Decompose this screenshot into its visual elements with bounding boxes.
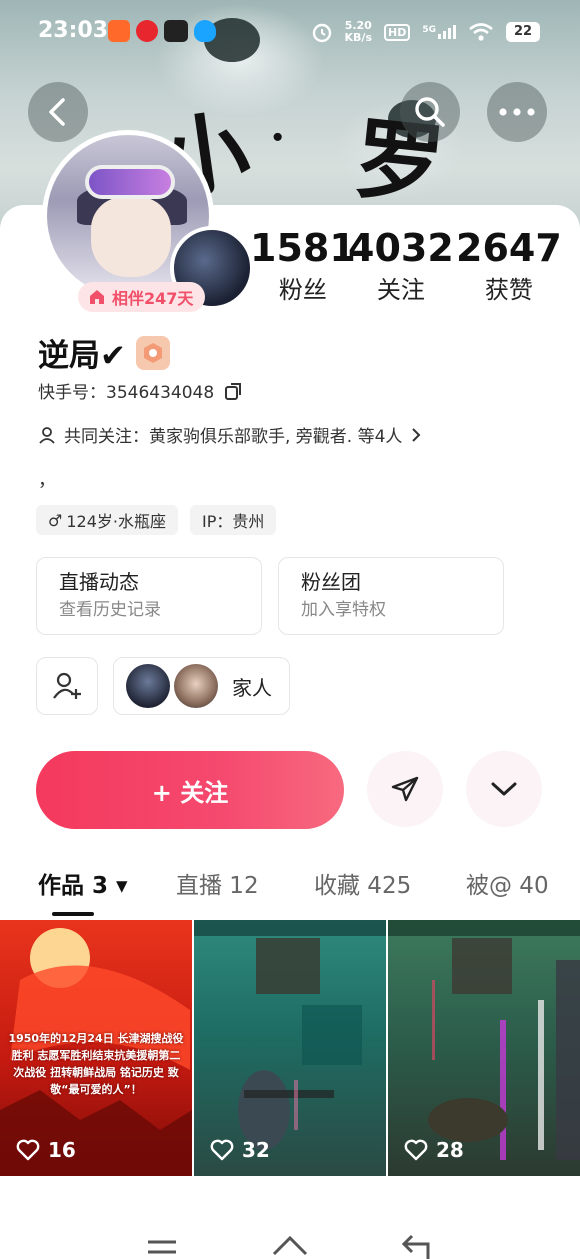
stat-likes[interactable]: 2647 获赞	[456, 226, 562, 305]
age-tag: ♂ 124岁·水瓶座	[36, 505, 178, 535]
copy-icon[interactable]	[224, 381, 244, 401]
video-likes-count: 32	[242, 1138, 270, 1162]
tab-mentions[interactable]: 被@ 40	[466, 866, 549, 900]
chevron-right-icon	[412, 427, 421, 442]
tab-works[interactable]: 作品 3 ▾	[38, 866, 128, 900]
stat-followers-value: 1581	[250, 226, 356, 270]
video-likes: 16	[16, 1138, 76, 1162]
alarm-icon	[312, 23, 331, 43]
video-likes: 28	[404, 1138, 464, 1162]
follow-button[interactable]: + 关注	[36, 751, 344, 829]
family-avatar-1	[126, 664, 170, 708]
kuaishou-id-row: 快手号：3546434048	[38, 378, 244, 403]
profile-name-row: 逆局✔	[38, 330, 170, 375]
network-speed: 5.20 KB/s	[345, 20, 372, 44]
ip-tag: IP：贵州	[189, 505, 277, 535]
stat-followers-label: 粉丝	[278, 276, 327, 304]
fan-club-title: 粉丝团	[301, 570, 361, 594]
menu-icon[interactable]	[146, 1238, 180, 1258]
user-icon	[39, 426, 55, 444]
profile-name: 逆局✔	[38, 338, 126, 374]
family-avatar-2	[174, 664, 218, 708]
system-nav-bar	[0, 1230, 580, 1259]
send-message-button[interactable]	[367, 751, 443, 827]
tab-collections[interactable]: 收藏 425	[314, 866, 411, 900]
status-time: 23:03	[38, 18, 109, 43]
network-type: 5G	[422, 25, 436, 35]
back-arrow-icon	[49, 98, 65, 126]
heart-icon	[16, 1139, 40, 1161]
mutual-follow-text: 共同关注：黄家驹俱乐部歌手, 旁觀者. 等4人	[64, 427, 403, 447]
video-tile[interactable]: 28	[388, 920, 580, 1176]
send-icon	[391, 776, 419, 802]
level-badge-icon[interactable]	[135, 335, 170, 370]
qq-app-icon	[194, 20, 216, 42]
back-nav-icon[interactable]	[400, 1234, 436, 1259]
more-button[interactable]	[487, 82, 547, 142]
mutual-follow-row[interactable]: 共同关注：黄家驹俱乐部歌手, 旁觀者. 等4人	[38, 422, 422, 447]
more-dots-icon	[499, 108, 535, 116]
home-icon	[90, 290, 104, 304]
stat-following[interactable]: 4032 关注	[348, 226, 454, 305]
search-button[interactable]	[400, 82, 460, 142]
video-grid: 1950年的12月24日 长津湖搜战役胜利 志愿军胜利结束抗美援朝第二次战役 扭…	[0, 920, 580, 1176]
companion-badge[interactable]: 相伴247天	[78, 282, 206, 312]
expand-button[interactable]	[466, 751, 542, 827]
add-friend-button[interactable]	[36, 657, 98, 715]
battery-indicator: 22	[506, 22, 540, 42]
music-app-icon	[136, 20, 158, 42]
avatar-face	[91, 197, 171, 277]
live-history-title: 直播动态	[59, 570, 139, 594]
family-button[interactable]: 家人	[113, 657, 290, 715]
cover-text-dot: ·	[270, 112, 286, 163]
news-app-icon	[164, 20, 188, 42]
video-tile[interactable]: 1950年的12月24日 长津湖搜战役胜利 志愿军胜利结束抗美援朝第二次战役 扭…	[0, 920, 192, 1176]
stat-following-label: 关注	[376, 276, 425, 304]
tab-active-indicator	[52, 912, 94, 916]
video-likes-count: 28	[436, 1138, 464, 1162]
companion-label: 相伴247天	[112, 289, 194, 308]
status-right-group: 5.20 KB/s HD 5G 22	[311, 20, 540, 44]
status-bar: 23:03 5.20 KB/s HD 5G 22	[0, 0, 580, 64]
kuaishou-id: 快手号：3546434048	[38, 383, 215, 403]
video-likes: 32	[210, 1138, 270, 1162]
home-nav-icon[interactable]	[270, 1232, 310, 1256]
avatar-goggle	[85, 165, 175, 199]
search-icon	[415, 97, 445, 127]
signal-icon: 5G	[422, 25, 456, 39]
content-tabs: 作品 3 ▾ 直播 12 收藏 425 被@ 40	[0, 860, 580, 910]
heart-icon	[210, 1139, 234, 1161]
video-likes-count: 16	[48, 1138, 76, 1162]
badge-shape	[143, 342, 162, 363]
hd-badge: HD	[384, 23, 411, 41]
tab-live[interactable]: 直播 12	[176, 866, 259, 900]
video-caption: 1950年的12月24日 长津湖搜战役胜利 志愿军胜利结束抗美援朝第二次战役 扭…	[8, 1032, 184, 1096]
stat-following-value: 4032	[348, 226, 454, 270]
app-notification-icon	[108, 20, 130, 42]
stat-likes-value: 2647	[456, 226, 562, 270]
network-speed-unit: KB/s	[344, 31, 372, 44]
male-icon: ♂	[48, 510, 63, 530]
wifi-icon	[469, 23, 493, 41]
profile-tags: ♂ 124岁·水瓶座 IP：贵州	[36, 505, 277, 535]
fan-club-subtitle: 加入享特权	[301, 600, 386, 620]
live-history-card[interactable]: 直播动态 查看历史记录	[36, 557, 262, 635]
profile-bio: ，	[38, 470, 56, 491]
video-tile[interactable]: 32	[194, 920, 386, 1176]
stat-followers[interactable]: 1581 粉丝	[250, 226, 356, 305]
stat-likes-label: 获赞	[484, 276, 533, 304]
heart-icon	[404, 1139, 428, 1161]
back-button[interactable]	[28, 82, 88, 142]
age-tag-label: 124岁·水瓶座	[66, 512, 166, 531]
fan-club-card[interactable]: 粉丝团 加入享特权	[278, 557, 504, 635]
family-label: 家人	[232, 675, 272, 700]
add-user-icon	[53, 672, 81, 699]
chevron-down-icon	[491, 782, 517, 796]
live-history-subtitle: 查看历史记录	[59, 600, 161, 620]
